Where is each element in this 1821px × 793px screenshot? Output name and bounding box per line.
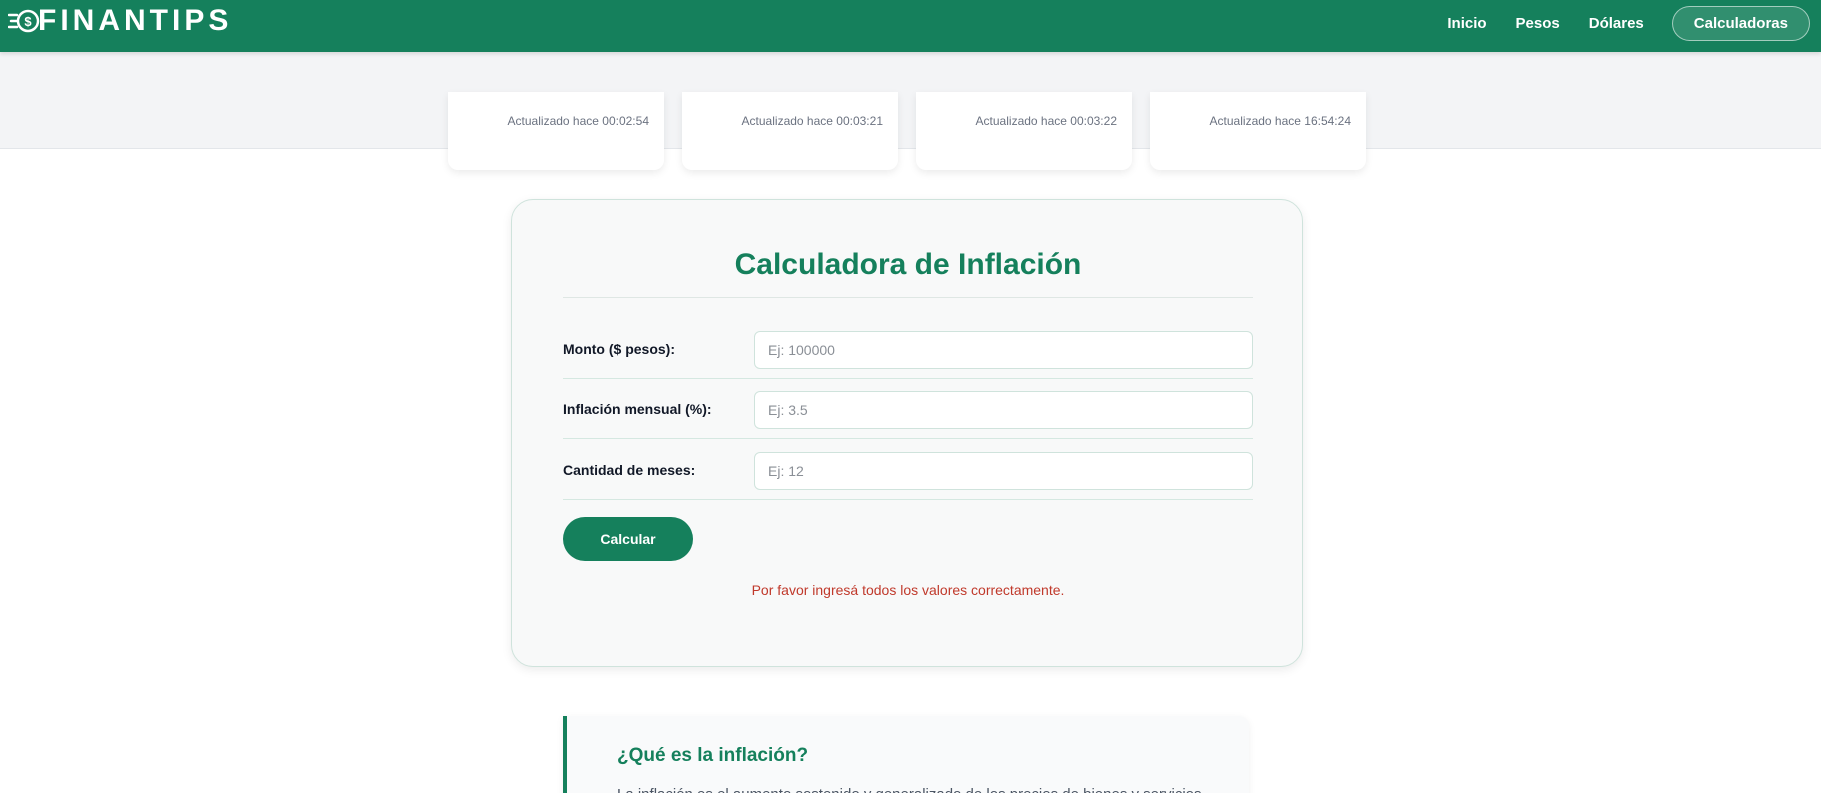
rate-card-updated: Actualizado hace 00:03:21 <box>741 114 883 128</box>
title-divider <box>563 297 1253 298</box>
rate-card[interactable]: Actualizado hace 00:03:21 <box>682 92 898 170</box>
rate-card-updated: Actualizado hace 00:03:22 <box>975 114 1117 128</box>
main-nav: Inicio Pesos Dólares Calculadoras <box>1447 6 1810 41</box>
inflation-calculator: Calculadora de Inflación Monto ($ pesos)… <box>511 199 1303 667</box>
rate-card[interactable]: Actualizado hace 16:54:24 <box>1150 92 1366 170</box>
monthly-inflation-input[interactable] <box>754 391 1253 429</box>
brand-logo[interactable]: $ FINANTIPS <box>8 4 233 37</box>
months-input[interactable] <box>754 452 1253 490</box>
rate-card[interactable]: Actualizado hace 00:03:22 <box>916 92 1132 170</box>
dollar-coin-icon: $ <box>8 9 40 33</box>
calculate-button[interactable]: Calcular <box>563 517 693 561</box>
brand-name: FINANTIPS <box>38 4 233 37</box>
nav-link-inicio[interactable]: Inicio <box>1447 15 1486 32</box>
months-row: Cantidad de meses: <box>563 440 1253 500</box>
amount-input[interactable] <box>754 331 1253 369</box>
rates-ticker: Actualizado hace 00:02:54 Actualizado ha… <box>0 52 1821 170</box>
error-message: Por favor ingresá todos los valores corr… <box>751 582 1065 598</box>
info-text: La inflación es el aumento sostenido y g… <box>617 784 1207 793</box>
nav-link-pesos[interactable]: Pesos <box>1516 15 1560 32</box>
top-navbar: $ FINANTIPS Inicio Pesos Dólares Calcula… <box>0 0 1821 52</box>
inflation-row: Inflación mensual (%): <box>563 379 1253 439</box>
calculator-title: Calculadora de Inflación <box>734 248 1082 281</box>
rate-card-updated: Actualizado hace 16:54:24 <box>1209 114 1351 128</box>
months-label: Cantidad de meses: <box>563 462 696 478</box>
svg-text:$: $ <box>24 14 32 29</box>
amount-label: Monto ($ pesos): <box>563 341 675 357</box>
rate-card-updated: Actualizado hace 00:02:54 <box>507 114 649 128</box>
amount-row: Monto ($ pesos): <box>563 319 1253 379</box>
monthly-inflation-label: Inflación mensual (%): <box>563 401 712 417</box>
nav-link-dolares[interactable]: Dólares <box>1589 15 1644 32</box>
inflation-info-card: ¿Qué es la inflación? La inflación es el… <box>563 716 1249 793</box>
rate-card[interactable]: Actualizado hace 00:02:54 <box>448 92 664 170</box>
nav-link-calculadoras[interactable]: Calculadoras <box>1671 6 1810 41</box>
info-title: ¿Qué es la inflación? <box>617 745 809 766</box>
